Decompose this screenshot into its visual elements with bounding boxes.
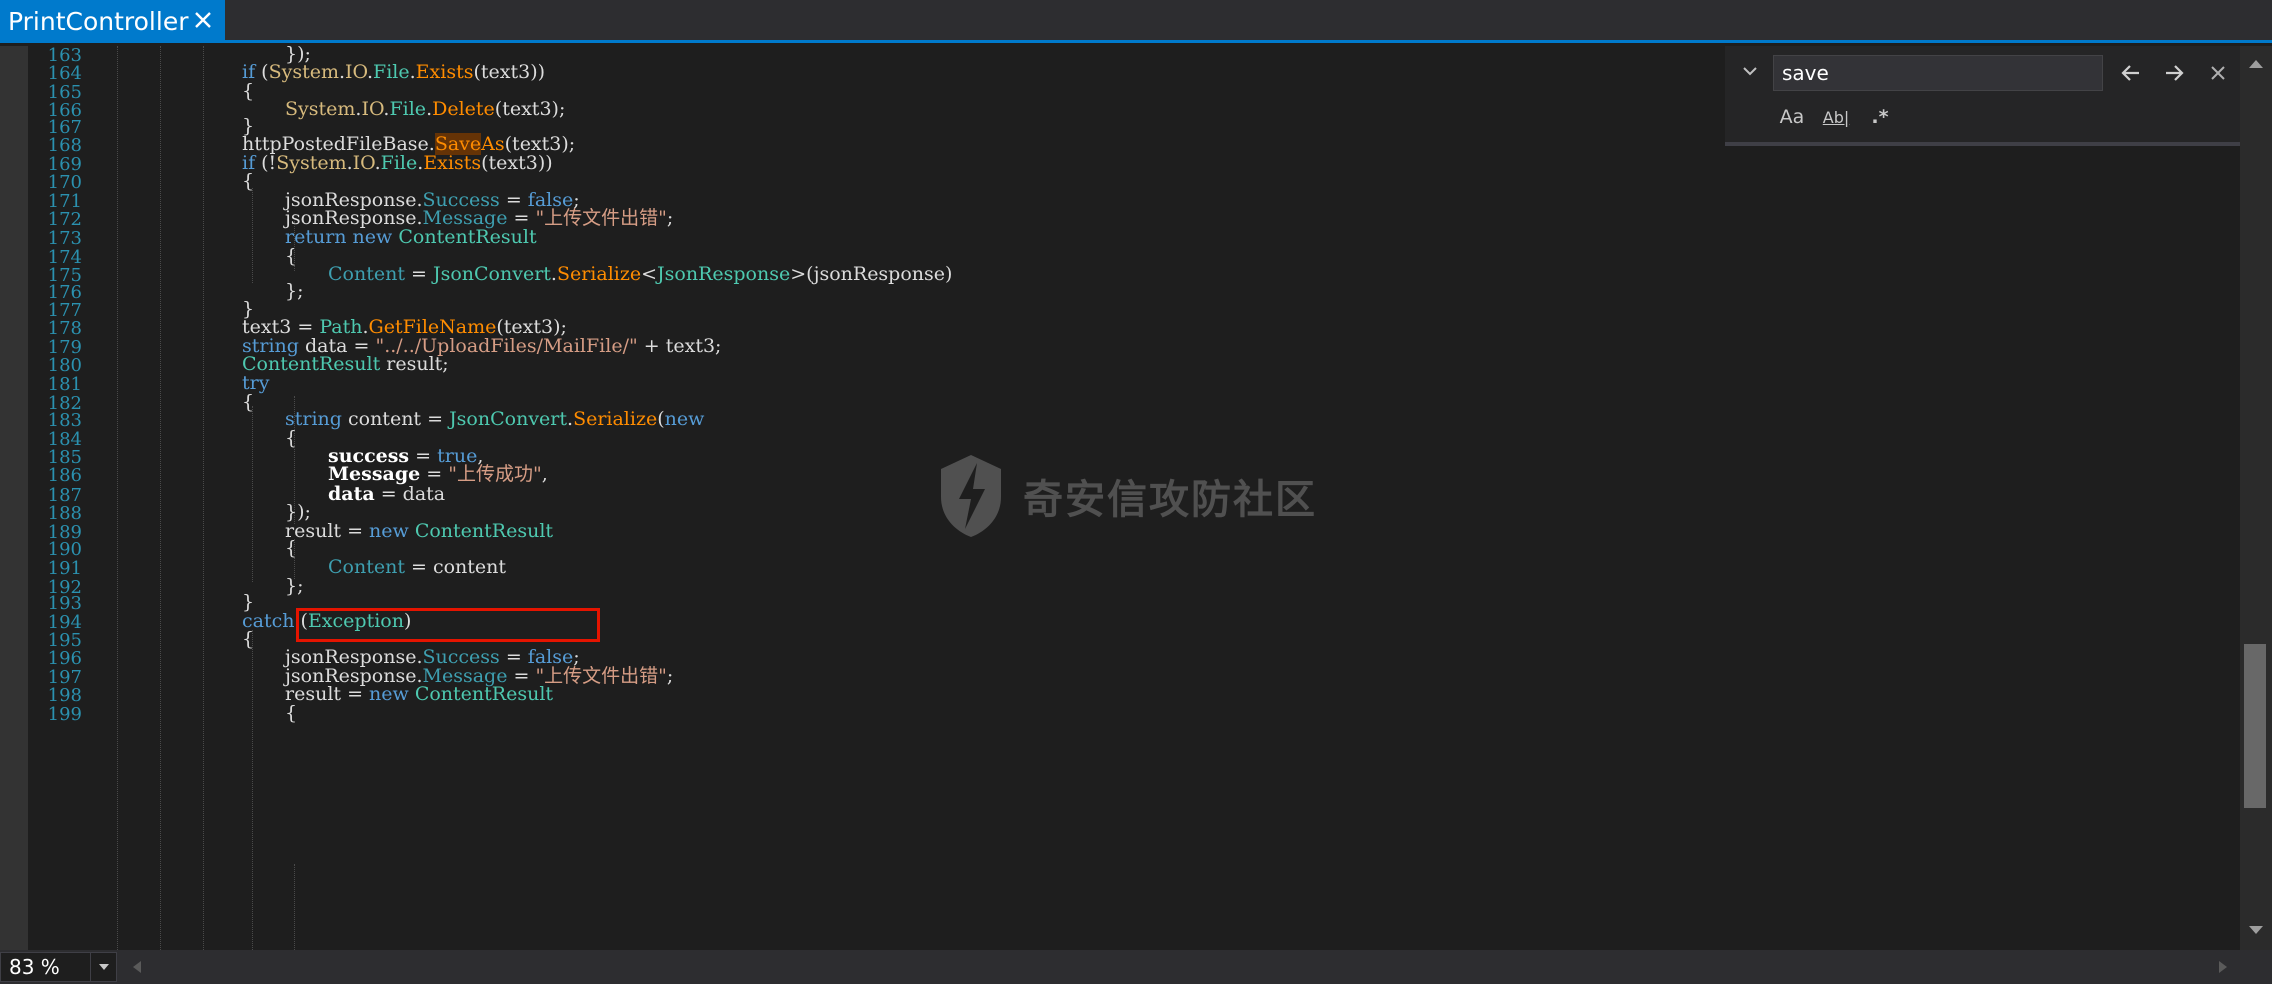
scroll-right-icon[interactable] (2216, 959, 2230, 975)
code-line[interactable]: }; (285, 280, 304, 302)
match-case-toggle[interactable]: Aa (1775, 102, 1809, 132)
code-line[interactable]: ContentResult result; (242, 353, 449, 375)
close-icon[interactable] (2203, 58, 2233, 88)
code-line[interactable]: { (285, 702, 297, 724)
vertical-scrollbar[interactable] (2240, 46, 2272, 950)
code-line[interactable]: { (285, 245, 297, 267)
arrow-left-icon[interactable] (2116, 58, 2146, 88)
code-editor[interactable]: 163 164 165 166 167 168 169 170 171 172 173 174 175 1… (0, 46, 2240, 950)
watermark-text: 奇安信攻防社区 (1023, 477, 1317, 523)
watermark: 奇安信攻防社区 (935, 446, 1317, 546)
code-line[interactable]: string content = JsonConvert.Serialize(n… (285, 408, 704, 430)
horizontal-scrollbar[interactable] (120, 950, 2240, 984)
code-line[interactable]: result = new ContentResult (285, 683, 553, 705)
code-line[interactable]: Message = "上传成功", (328, 463, 548, 485)
annotation-highlight-box (296, 608, 600, 642)
zoom-level: 83 % (9, 955, 60, 979)
tab-title: PrintController (8, 7, 189, 36)
tab-printcontroller[interactable]: PrintController (0, 0, 225, 43)
watermark-logo-icon (941, 455, 1001, 537)
indent-guide (294, 221, 295, 271)
scroll-up-icon[interactable] (2246, 56, 2266, 72)
scrollbar-thumb[interactable] (2244, 644, 2266, 808)
code-line[interactable]: result = new ContentResult (285, 520, 553, 542)
regex-toggle[interactable]: .* (1863, 102, 1897, 132)
find-widget: save Aa Ab| .* (1725, 46, 2240, 146)
close-icon[interactable] (191, 8, 215, 32)
find-input[interactable]: save (1773, 55, 2103, 91)
arrow-right-icon[interactable] (2159, 58, 2189, 88)
scroll-left-icon[interactable] (130, 959, 144, 975)
indent-guide (294, 396, 295, 524)
code-line[interactable]: Content = JsonConvert.Serialize<JsonResp… (328, 263, 952, 285)
whole-word-toggle[interactable]: Ab| (1819, 102, 1853, 132)
indent-guide (294, 539, 295, 579)
document-tab-bar: PrintController (0, 0, 2272, 43)
code-line[interactable]: data = data (328, 483, 445, 505)
code-line[interactable]: if (!System.IO.File.Exists(text3)) (242, 152, 553, 174)
indent-guide (160, 46, 161, 950)
indent-guide (252, 406, 253, 582)
indent-guide (252, 630, 253, 950)
indent-guide (252, 188, 253, 283)
code-line[interactable]: { (242, 80, 254, 102)
editor-bottom-bar: 83 % (0, 950, 2272, 984)
indent-guide (203, 46, 204, 950)
indent-guide (117, 46, 118, 950)
code-line[interactable]: System.IO.File.Delete(text3); (285, 98, 565, 120)
zoom-combobox[interactable]: 83 % (0, 952, 117, 982)
code-line[interactable]: return new ContentResult (285, 226, 537, 248)
chevron-down-icon[interactable] (90, 953, 116, 981)
code-line[interactable]: if (System.IO.File.Exists(text3)) (242, 61, 545, 83)
scroll-down-icon[interactable] (2246, 922, 2266, 938)
code-line[interactable]: { (285, 427, 297, 449)
code-line[interactable]: { (285, 537, 297, 559)
scrollbar-corner (2240, 950, 2272, 984)
code-line[interactable]: Content = content (328, 556, 506, 578)
chevron-down-icon[interactable] (1739, 60, 1761, 82)
indent-guide (294, 864, 295, 950)
